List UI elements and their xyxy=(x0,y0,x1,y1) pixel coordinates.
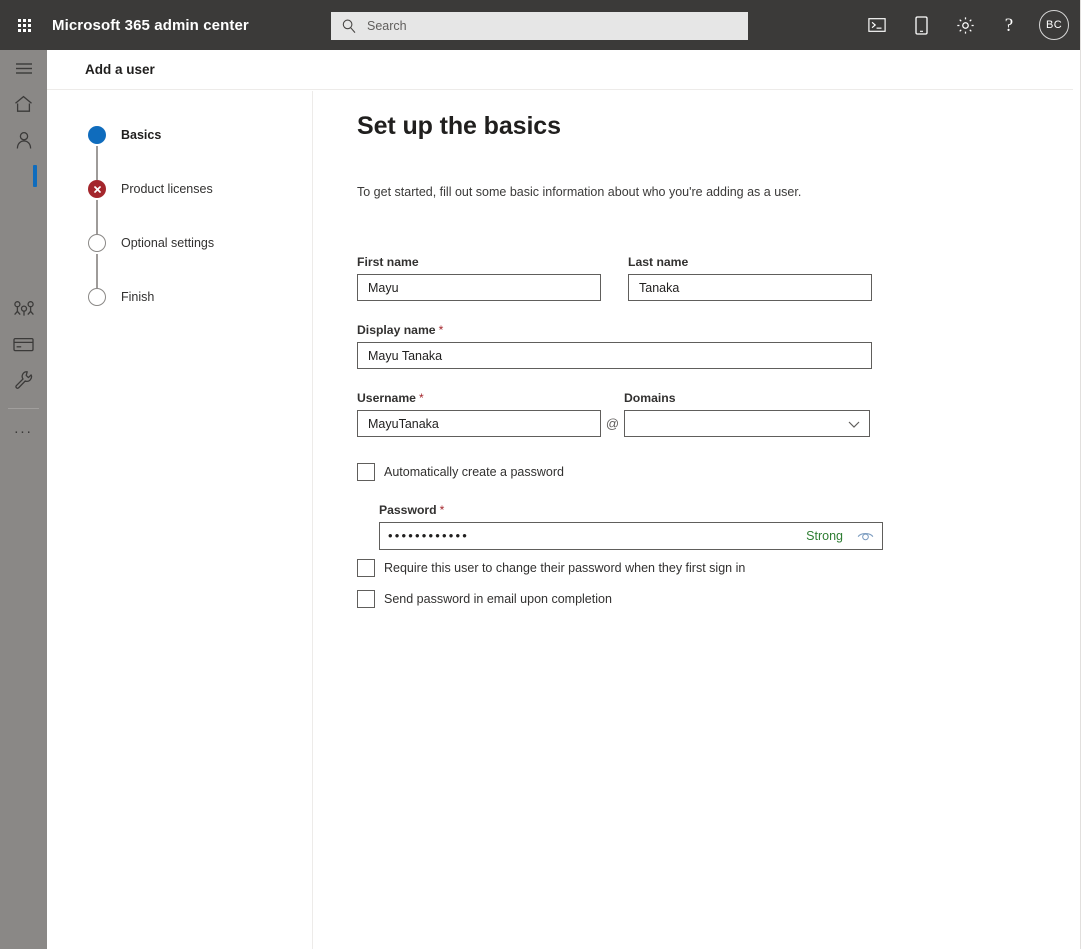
step-bullet-error-icon xyxy=(88,180,106,198)
last-name-input-box[interactable] xyxy=(628,274,872,301)
step-connector-line xyxy=(96,146,98,180)
sidebar-item-setup[interactable] xyxy=(0,362,47,398)
billing-card-icon xyxy=(13,337,34,351)
selection-indicator-icon xyxy=(33,165,37,187)
page-title: Add a user xyxy=(85,62,155,77)
display-name-label-text: Display name xyxy=(357,323,436,337)
search-icon xyxy=(342,19,356,33)
help-icon: ? xyxy=(1004,14,1014,36)
help-button[interactable]: ? xyxy=(991,7,1027,43)
avatar-initials: BC xyxy=(1045,19,1063,31)
display-name-input-box[interactable] xyxy=(357,342,872,369)
checkbox-label: Automatically create a password xyxy=(384,465,564,479)
name-row: First name Last name xyxy=(357,255,872,301)
show-all-button[interactable]: ... xyxy=(0,415,47,443)
checkbox-box[interactable] xyxy=(357,590,375,608)
require-password-change-checkbox[interactable]: Require this user to change their passwo… xyxy=(357,559,872,577)
home-icon xyxy=(15,95,32,112)
avatar[interactable]: BC xyxy=(1039,10,1069,40)
required-asterisk: * xyxy=(439,503,445,517)
step-bullet-empty-icon xyxy=(88,234,106,252)
gear-icon xyxy=(956,16,974,34)
wrench-icon xyxy=(14,371,32,389)
wizard-step-label[interactable]: Basics xyxy=(121,126,161,144)
checkbox-box[interactable] xyxy=(357,463,375,481)
checkbox-label: Require this user to change their passwo… xyxy=(384,561,746,575)
wizard-step-label[interactable]: Optional settings xyxy=(121,234,214,252)
domains-field: Domains xyxy=(624,391,870,437)
display-name-input[interactable] xyxy=(366,343,863,368)
rail-divider xyxy=(8,408,39,409)
chevron-down-icon xyxy=(848,421,860,428)
suite-actions: ? BC xyxy=(859,0,1069,50)
step-bullet-empty-icon xyxy=(88,288,106,306)
step-connector-line xyxy=(96,254,98,288)
console-button[interactable] xyxy=(859,7,895,43)
error-x-icon xyxy=(93,185,101,193)
search-box[interactable] xyxy=(331,12,748,40)
first-name-input-box[interactable] xyxy=(357,274,601,301)
step-connector-line xyxy=(96,200,98,234)
hamburger-menu-icon xyxy=(15,62,32,74)
wizard-step-label[interactable]: Product licenses xyxy=(121,180,213,198)
username-row: Username* @ Domains xyxy=(357,391,872,437)
domains-dropdown[interactable] xyxy=(624,410,870,437)
left-nav-rail: ... xyxy=(0,50,47,949)
domains-label: Domains xyxy=(624,391,676,405)
required-asterisk: * xyxy=(418,391,424,405)
person-icon xyxy=(16,131,31,149)
first-name-label: First name xyxy=(357,255,419,269)
app-launcher-icon xyxy=(17,18,31,32)
suite-bar: Microsoft 365 admin center Search ? BC xyxy=(0,0,1081,50)
first-name-field: First name xyxy=(357,255,601,301)
username-label: Username * xyxy=(357,391,601,405)
add-user-form: First name Last name xyxy=(357,255,883,608)
page-header: Add a user xyxy=(47,50,1073,90)
display-name-label: Display name * xyxy=(357,323,872,337)
checkbox-box[interactable] xyxy=(357,559,375,577)
password-input-box[interactable]: •••••••••••• Strong xyxy=(379,522,883,550)
checkbox-label: Send password in email upon completion xyxy=(384,592,612,606)
auto-create-password-checkbox[interactable]: Automatically create a password xyxy=(357,463,872,481)
password-group: Password * •••••••••••• Strong xyxy=(379,503,883,550)
username-input-box[interactable] xyxy=(357,410,601,437)
main-subtitle: To get started, fill out some basic info… xyxy=(357,185,802,199)
suite-title: Microsoft 365 admin center xyxy=(52,16,249,34)
required-asterisk: * xyxy=(438,323,444,337)
sidebar-active-indicator[interactable] xyxy=(0,158,47,194)
sidebar-item-billing[interactable] xyxy=(0,326,47,362)
mobile-device-icon xyxy=(914,15,928,35)
wizard-step-label[interactable]: Finish xyxy=(121,288,154,306)
sidebar-item-teams-groups[interactable] xyxy=(0,290,47,326)
username-input[interactable] xyxy=(366,411,592,436)
password-strength-indicator: Strong xyxy=(806,529,843,543)
last-name-input[interactable] xyxy=(637,275,863,300)
password-masked-value[interactable]: •••••••••••• xyxy=(388,522,806,550)
hamburger-menu-button[interactable] xyxy=(0,50,47,86)
admin-center-window: Microsoft 365 admin center Search ? BC .… xyxy=(0,0,1081,949)
teams-groups-icon xyxy=(13,301,34,316)
sidebar-item-home[interactable] xyxy=(0,86,47,122)
display-name-field: Display name * xyxy=(357,323,872,369)
search-input[interactable] xyxy=(365,18,738,34)
last-name-field: Last name xyxy=(628,255,872,301)
console-icon xyxy=(868,18,886,32)
sidebar-item-users[interactable] xyxy=(0,122,47,158)
password-label: Password * xyxy=(379,503,883,517)
password-label-text: Password xyxy=(379,503,437,517)
at-separator: @ xyxy=(605,416,620,431)
username-field: Username * xyxy=(357,391,601,437)
app-launcher-button[interactable] xyxy=(0,0,48,50)
mobile-device-button[interactable] xyxy=(903,7,939,43)
last-name-label: Last name xyxy=(628,255,689,269)
content-pane: Set up the basics To get started, fill o… xyxy=(314,91,1073,949)
first-name-input[interactable] xyxy=(366,275,592,300)
username-label-text: Username xyxy=(357,391,416,405)
send-password-email-checkbox[interactable]: Send password in email upon completion xyxy=(357,590,872,608)
step-bullet-active-icon xyxy=(88,126,106,144)
main-title: Set up the basics xyxy=(357,112,561,140)
settings-button[interactable] xyxy=(947,7,983,43)
reveal-password-icon[interactable] xyxy=(857,530,874,543)
wizard-steps-pane: Basics Product licenses Optional setting… xyxy=(47,91,313,949)
